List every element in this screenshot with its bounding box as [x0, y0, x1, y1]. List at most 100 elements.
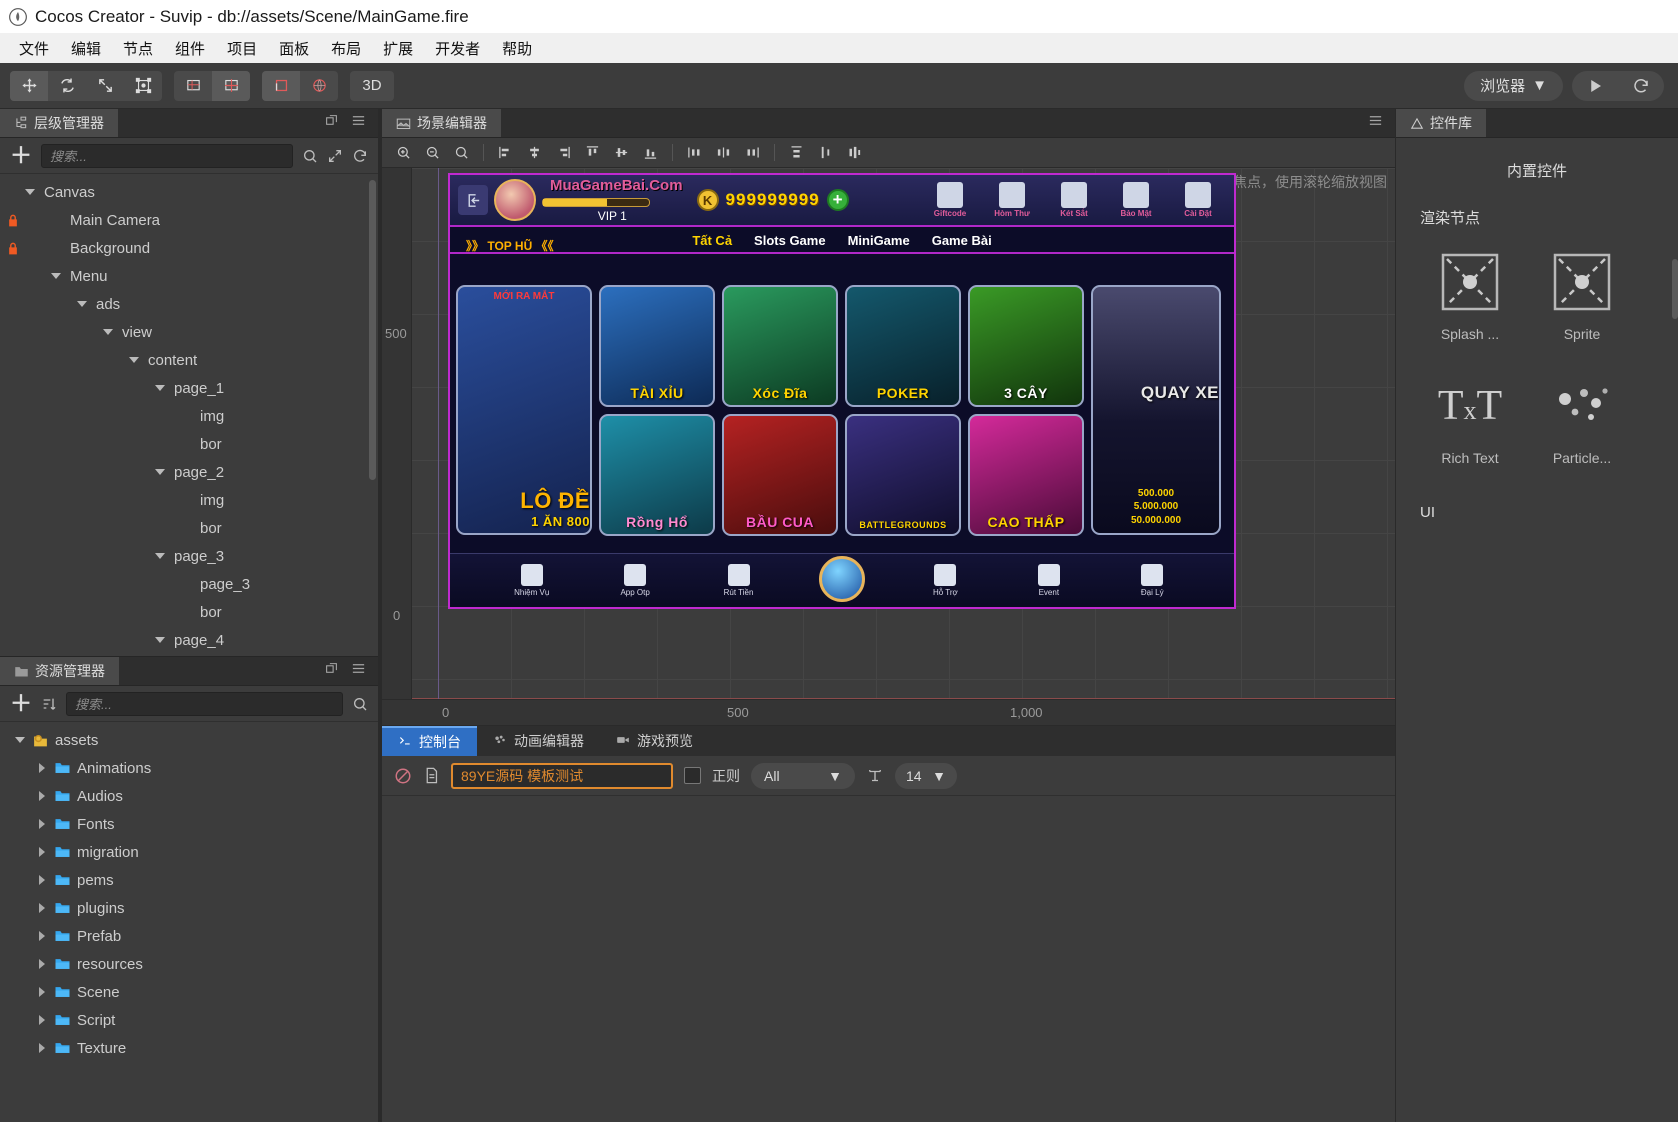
distribute-middle-icon[interactable]: [812, 141, 839, 165]
hierarchy-node-content[interactable]: content: [0, 346, 378, 374]
hierarchy-node-page-4[interactable]: page_4: [0, 626, 378, 654]
hamburger-icon[interactable]: [1368, 113, 1383, 133]
widget-particle[interactable]: Particle...: [1526, 368, 1638, 466]
menu-node[interactable]: 节点: [112, 38, 164, 59]
scale-tool-icon[interactable]: [86, 71, 124, 101]
tile-poker[interactable]: POKER: [845, 285, 961, 407]
search-icon[interactable]: [302, 148, 318, 164]
asset-item-animations[interactable]: Animations: [0, 754, 378, 782]
rect-tool-icon[interactable]: [124, 71, 162, 101]
asset-item-plugins[interactable]: plugins: [0, 894, 378, 922]
tab-console[interactable]: 控制台: [382, 726, 477, 756]
move-tool-icon[interactable]: [10, 70, 48, 101]
plus-icon[interactable]: ＋: [10, 692, 32, 715]
security-lock-icon[interactable]: Bảo Mật: [1112, 182, 1160, 218]
hierarchy-node-img[interactable]: img: [0, 486, 378, 514]
mode-3d-button[interactable]: 3D: [350, 70, 394, 101]
hierarchy-node-background[interactable]: Background: [0, 234, 378, 262]
chevron-down-icon[interactable]: [126, 357, 142, 363]
distribute-bottom-icon[interactable]: [841, 141, 868, 165]
asset-item-script[interactable]: Script: [0, 1006, 378, 1034]
chevron-right-icon[interactable]: [34, 791, 50, 801]
hamburger-icon[interactable]: [351, 661, 366, 681]
file-icon[interactable]: [423, 767, 440, 784]
tile-caothap[interactable]: CAO THẤP: [968, 414, 1084, 536]
search-input[interactable]: 搜索...: [41, 143, 293, 168]
plus-icon[interactable]: ＋: [10, 144, 32, 167]
tab-animation-editor[interactable]: 动画编辑器: [477, 726, 600, 756]
nav-daily[interactable]: Đại Lý: [1124, 564, 1180, 597]
menu-help[interactable]: 帮助: [491, 38, 543, 59]
menu-file[interactable]: 文件: [8, 38, 60, 59]
popout-icon[interactable]: [325, 114, 338, 132]
giftcode-icon[interactable]: Giftcode: [926, 182, 974, 218]
lock-icon[interactable]: [2, 213, 24, 228]
chevron-right-icon[interactable]: [34, 987, 50, 997]
tile-lode[interactable]: MỚI RA MẮT LÔ ĐỀ 1 ĂN 800: [456, 285, 592, 535]
search-icon[interactable]: [352, 696, 368, 712]
refresh-icon[interactable]: [1618, 71, 1664, 101]
global-coord-icon[interactable]: [300, 71, 338, 101]
console-filter-input[interactable]: 89YE源码 模板测试: [451, 762, 673, 789]
hierarchy-node-bor[interactable]: bor: [0, 598, 378, 626]
tab-scene-editor[interactable]: 场景编辑器: [382, 109, 501, 137]
log-level-select[interactable]: All ▼: [751, 762, 855, 789]
asset-item-fonts[interactable]: Fonts: [0, 810, 378, 838]
zoom-in-icon[interactable]: [390, 141, 417, 165]
hierarchy-node-bor[interactable]: bor: [0, 430, 378, 458]
chevron-down-icon[interactable]: [100, 329, 116, 335]
chevron-down-icon[interactable]: [152, 469, 168, 475]
mail-icon[interactable]: Hòm Thư: [988, 182, 1036, 218]
sort-icon[interactable]: [41, 696, 57, 712]
sync-icon[interactable]: [352, 148, 368, 164]
game-tab-slots[interactable]: Slots Game: [754, 233, 826, 248]
anchor-icon[interactable]: [212, 70, 250, 101]
rotate-tool-icon[interactable]: [48, 71, 86, 101]
asset-item-prefab[interactable]: Prefab: [0, 922, 378, 950]
local-coord-icon[interactable]: [262, 70, 300, 101]
hierarchy-node-page-1[interactable]: page_1: [0, 374, 378, 402]
popout-icon[interactable]: [325, 662, 338, 680]
chevron-down-icon[interactable]: [152, 637, 168, 643]
lock-icon[interactable]: [2, 241, 24, 256]
align-left-icon[interactable]: [492, 141, 519, 165]
exit-icon[interactable]: [458, 185, 488, 215]
asset-item-pems[interactable]: pems: [0, 866, 378, 894]
preview-device-select[interactable]: 浏览器 ▼: [1464, 70, 1563, 101]
tab-game-preview[interactable]: 游戏预览: [600, 726, 709, 756]
console-log-area[interactable]: [382, 796, 1395, 1122]
chevron-down-icon[interactable]: [48, 273, 64, 279]
chevron-right-icon[interactable]: [34, 875, 50, 885]
pivot-icon[interactable]: [174, 71, 212, 101]
widgets-scrollbar[interactable]: [1672, 259, 1678, 319]
player-avatar[interactable]: [494, 179, 536, 221]
tile-taixiu[interactable]: TÀI XỈU: [599, 285, 715, 407]
hamburger-icon[interactable]: [351, 113, 366, 133]
text-size-icon[interactable]: [866, 767, 884, 785]
tile-baucua[interactable]: BẦU CUA: [722, 414, 838, 536]
menu-edit[interactable]: 编辑: [60, 38, 112, 59]
hierarchy-node-bor[interactable]: bor: [0, 514, 378, 542]
safe-icon[interactable]: Két Sắt: [1050, 182, 1098, 218]
chevron-down-icon[interactable]: [152, 385, 168, 391]
asset-item-audios[interactable]: Audios: [0, 782, 378, 810]
assets-search-input[interactable]: 搜索...: [66, 691, 343, 716]
align-bottom-icon[interactable]: [637, 141, 664, 165]
chevron-right-icon[interactable]: [34, 1043, 50, 1053]
game-tab-cards[interactable]: Game Bài: [932, 233, 992, 248]
hierarchy-node-page-3[interactable]: page_3: [0, 570, 378, 598]
plus-circle-icon[interactable]: +: [826, 189, 849, 211]
nav-home[interactable]: [814, 555, 870, 606]
align-middle-v-icon[interactable]: [608, 141, 635, 165]
distribute-right-icon[interactable]: [739, 141, 766, 165]
align-center-h-icon[interactable]: [521, 141, 548, 165]
clear-circle-icon[interactable]: [394, 767, 412, 785]
widget-splash[interactable]: Splash ...: [1414, 244, 1526, 342]
chevron-down-icon[interactable]: [74, 301, 90, 307]
hierarchy-node-img[interactable]: img: [0, 402, 378, 430]
widget-sprite[interactable]: Sprite: [1526, 244, 1638, 342]
tile-quayxe[interactable]: QUAY XE 500.000 5.000.000 50.000.000: [1091, 285, 1221, 535]
asset-item-texture[interactable]: Texture: [0, 1034, 378, 1062]
regex-checkbox[interactable]: [684, 767, 701, 784]
hierarchy-node-canvas[interactable]: Canvas: [0, 178, 378, 206]
